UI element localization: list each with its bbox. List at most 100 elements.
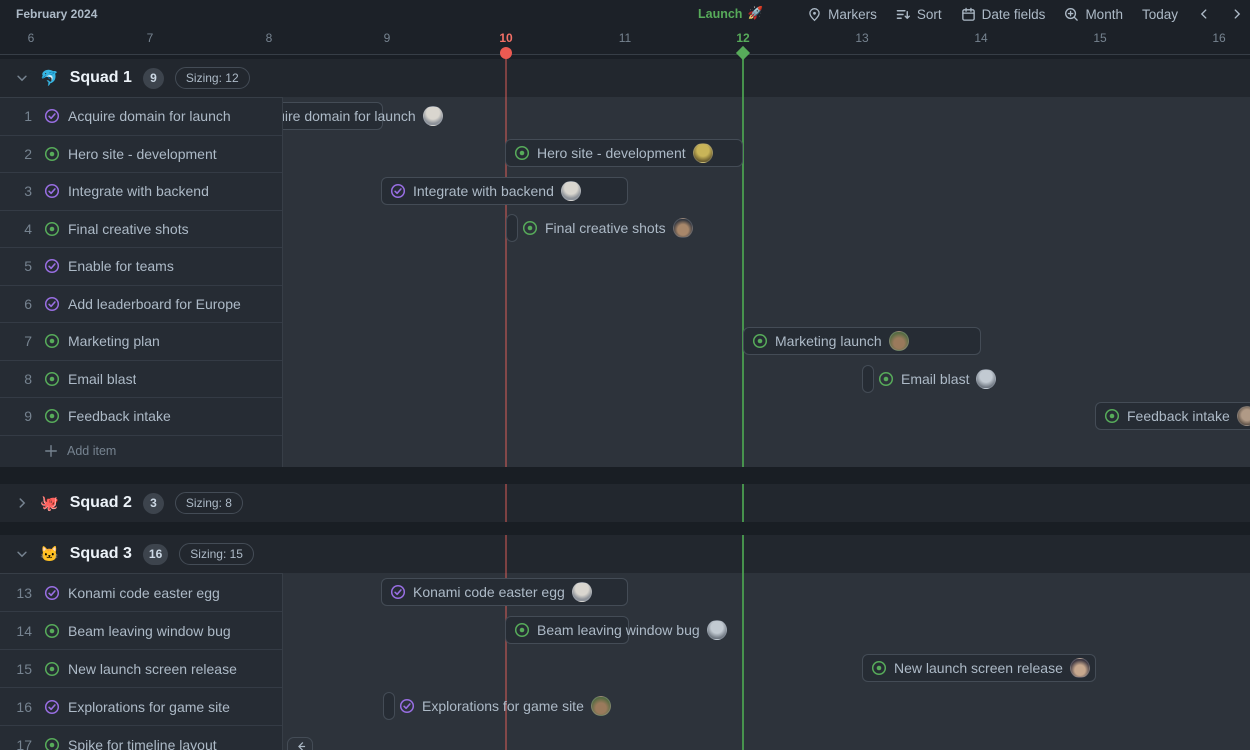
table-row[interactable]: 3 Integrate with backend	[0, 173, 282, 211]
timeline-bar[interactable]: Marketing launch	[743, 327, 981, 355]
table-row[interactable]: 7 Marketing plan	[0, 323, 282, 361]
day-label: 15	[1070, 31, 1130, 45]
day-label: 9	[357, 31, 417, 45]
group-header-squad-2[interactable]: 🐙 Squad 2 3 Sizing: 8	[0, 484, 1250, 522]
table-row[interactable]: 15 New launch screen release	[0, 650, 282, 688]
timeline-bar-overflow-label[interactable]: Final creative shots	[522, 214, 693, 242]
launch-marker-label[interactable]: Launch 🚀	[698, 6, 763, 21]
issue-status-icon	[752, 333, 768, 349]
issue-status-icon	[878, 371, 894, 387]
issue-status-icon	[399, 698, 415, 714]
timeline-bar[interactable]: Hero site - development	[505, 139, 743, 167]
timeline-bar[interactable]: Feedback intake	[1095, 402, 1250, 430]
issue-status-icon	[44, 408, 60, 424]
issue-status-icon	[871, 660, 887, 676]
timeline-bar-stub[interactable]	[506, 214, 518, 242]
issue-status-icon	[44, 296, 60, 312]
table-row[interactable]: 14 Beam leaving window bug	[0, 612, 282, 650]
issue-status-icon	[44, 221, 60, 237]
issue-status-icon	[514, 622, 530, 638]
month-label: February 2024	[16, 7, 97, 21]
table-row[interactable]: 16 Explorations for game site	[0, 688, 282, 726]
avatar	[889, 331, 909, 351]
table-row[interactable]: 5 Enable for teams	[0, 248, 282, 286]
bar-label: Integrate with backend	[413, 183, 554, 199]
markers-label: Markers	[828, 7, 877, 22]
sort-label: Sort	[917, 7, 942, 22]
row-number: 8	[0, 371, 34, 387]
row-number: 13	[0, 585, 34, 601]
bar-label: Hero site - development	[537, 145, 686, 161]
table-row[interactable]: 13 Konami code easter egg	[0, 574, 282, 612]
chevron-left-icon	[1197, 7, 1211, 21]
prev-page-button[interactable]	[1197, 7, 1211, 21]
avatar	[423, 106, 443, 126]
date-header: 6 7 8 9 10 11 12 13 14 15 16	[0, 27, 1250, 55]
item-title: Final creative shots	[68, 221, 189, 237]
bar-label: Konami code easter egg	[413, 584, 565, 600]
group-emoji: 🐱	[40, 545, 59, 563]
issue-status-icon	[1104, 408, 1120, 424]
table-row[interactable]: 9 Feedback intake	[0, 398, 282, 436]
toolbar: Markers Sort Date fields Month Today	[807, 0, 1244, 28]
next-page-button[interactable]	[1230, 7, 1244, 21]
sort-icon	[896, 7, 911, 22]
timeline-bar[interactable]: Konami code easter egg	[381, 578, 628, 606]
row-number: 14	[0, 623, 34, 639]
timeline-bar[interactable]: Integrate with backend	[381, 177, 628, 205]
bar-label: Email blast	[901, 371, 969, 387]
issue-status-icon	[44, 585, 60, 601]
chevron-down-icon	[15, 71, 29, 85]
group-divider	[0, 467, 1250, 485]
issue-status-icon	[44, 623, 60, 639]
row-number: 2	[0, 146, 34, 162]
sort-button[interactable]: Sort	[896, 7, 942, 22]
table-row[interactable]: 8 Email blast	[0, 361, 282, 399]
timeline-bar-stub[interactable]	[383, 692, 395, 720]
day-label: 8	[239, 31, 299, 45]
group-header-squad-3[interactable]: 🐱 Squad 3 16 Sizing: 15	[0, 535, 1250, 573]
markers-button[interactable]: Markers	[807, 7, 877, 22]
bar-label: Beam leaving window bug	[537, 622, 700, 638]
avatar	[561, 181, 581, 201]
group-header-squad-1[interactable]: 🐬 Squad 1 9 Sizing: 12	[0, 59, 1250, 97]
rocket-icon: 🚀	[747, 6, 763, 21]
item-title: Spike for timeline layout	[68, 737, 217, 750]
today-button[interactable]: Today	[1142, 7, 1178, 22]
row-number: 5	[0, 258, 34, 274]
jump-to-bar-button[interactable]	[287, 737, 313, 750]
timeline-bar[interactable]: Beam leaving window bug	[505, 616, 629, 644]
timeline-bar-overflow-label[interactable]: Explorations for game site	[399, 692, 611, 720]
sizing-badge: Sizing: 8	[175, 492, 243, 514]
group-name: Squad 1	[70, 69, 132, 87]
date-fields-button[interactable]: Date fields	[961, 7, 1046, 22]
roadmap-board: 🐬 Squad 1 9 Sizing: 12 Acquire domain fo…	[0, 0, 1250, 750]
table-row[interactable]: 17 Spike for timeline layout	[0, 726, 282, 750]
day-label-today: 10	[476, 31, 536, 45]
timeline-bar[interactable]: New launch screen release	[862, 654, 1096, 682]
zoom-level-button[interactable]: Month	[1064, 7, 1123, 22]
group-name: Squad 3	[70, 545, 132, 563]
issue-status-icon	[44, 661, 60, 677]
table-row[interactable]: 6 Add leaderboard for Europe	[0, 286, 282, 324]
timeline-bar-overflow-label[interactable]: Email blast	[878, 365, 996, 393]
item-title: Email blast	[68, 371, 136, 387]
group-emoji: 🐙	[40, 494, 59, 512]
issue-status-icon	[44, 108, 60, 124]
add-item-button[interactable]: Add item	[0, 436, 282, 468]
item-title: Feedback intake	[68, 408, 171, 424]
issue-status-icon	[44, 146, 60, 162]
table-row[interactable]: 1 Acquire domain for launch	[0, 98, 282, 136]
group-name: Squad 2	[70, 494, 132, 512]
item-title: Explorations for game site	[68, 699, 230, 715]
item-title: New launch screen release	[68, 661, 237, 677]
timeline-header: February 2024 Launch 🚀 Markers Sort Date…	[0, 0, 1250, 55]
bar-label: Marketing launch	[775, 333, 882, 349]
zoom-in-icon	[1064, 7, 1079, 22]
table-row[interactable]: 4 Final creative shots	[0, 211, 282, 249]
table-row[interactable]: 2 Hero site - development	[0, 136, 282, 174]
issue-status-icon	[44, 333, 60, 349]
avatar	[1237, 406, 1250, 426]
avatar	[976, 369, 996, 389]
timeline-bar-stub[interactable]	[862, 365, 874, 393]
